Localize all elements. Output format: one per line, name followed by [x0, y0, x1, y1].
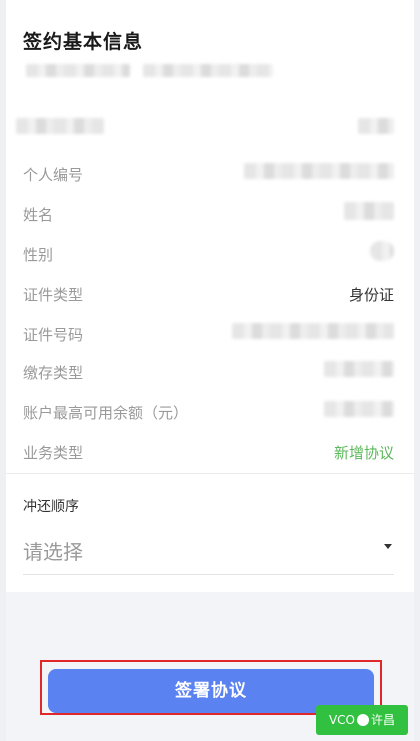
watermark-badge: VCO 许昌 [316, 705, 408, 735]
wechat-icon [357, 713, 370, 726]
redacted-subtitle-1 [26, 64, 130, 77]
business-type-value: 新增协议 [333, 444, 394, 462]
repayment-order-select[interactable]: 请选择 [23, 526, 394, 575]
header-card: 签约基本信息 [6, 0, 414, 99]
name-label: 姓名 [23, 206, 54, 224]
info-row-personal-id: 个人编号 [6, 158, 414, 188]
gender-value-redacted [370, 241, 394, 261]
max-balance-label: 账户最高可用余额（元） [23, 404, 189, 422]
page-title: 签约基本信息 [23, 31, 144, 53]
repayment-order-placeholder: 请选择 [23, 540, 83, 564]
id-number-label: 证件号码 [23, 326, 84, 344]
gender-label: 性别 [23, 246, 54, 264]
dropdown-arrow-icon [384, 544, 392, 549]
info-row-id-number: 证件号码 [6, 318, 414, 348]
info-row-name: 姓名 [6, 198, 414, 228]
id-type-value: 身份证 [348, 286, 394, 304]
id-number-value-redacted [232, 323, 394, 339]
order-card: 冲还顺序 请选择 [6, 474, 414, 592]
deposit-type-value-redacted [324, 361, 394, 377]
redacted-top-right [358, 118, 394, 134]
business-type-label: 业务类型 [23, 444, 84, 462]
deposit-type-label: 缴存类型 [23, 364, 84, 382]
info-card: 个人编号 姓名 性别 证件类型 身份证 证件号码 缴存类型 账户最高可用余额（元… [6, 98, 414, 474]
info-row-max-balance: 账户最高可用余额（元） [6, 396, 414, 426]
max-balance-value-redacted [324, 401, 394, 417]
repayment-order-label: 冲还顺序 [23, 499, 79, 515]
redacted-top-left [16, 118, 104, 134]
name-value-redacted [344, 202, 394, 220]
watermark-text-left: VCO [328, 713, 356, 727]
personal-id-label: 个人编号 [23, 166, 84, 184]
info-row-deposit-type: 缴存类型 [6, 356, 414, 386]
redacted-subtitle-2 [143, 64, 273, 77]
info-row-gender: 性别 [6, 238, 414, 268]
personal-id-value-redacted [244, 163, 394, 179]
watermark-text-right: 许昌 [371, 713, 396, 727]
info-row-id-type: 证件类型 身份证 [6, 278, 414, 308]
id-type-label: 证件类型 [23, 286, 84, 304]
info-row-business-type: 业务类型 新增协议 [6, 436, 414, 466]
right-edge [414, 0, 420, 741]
